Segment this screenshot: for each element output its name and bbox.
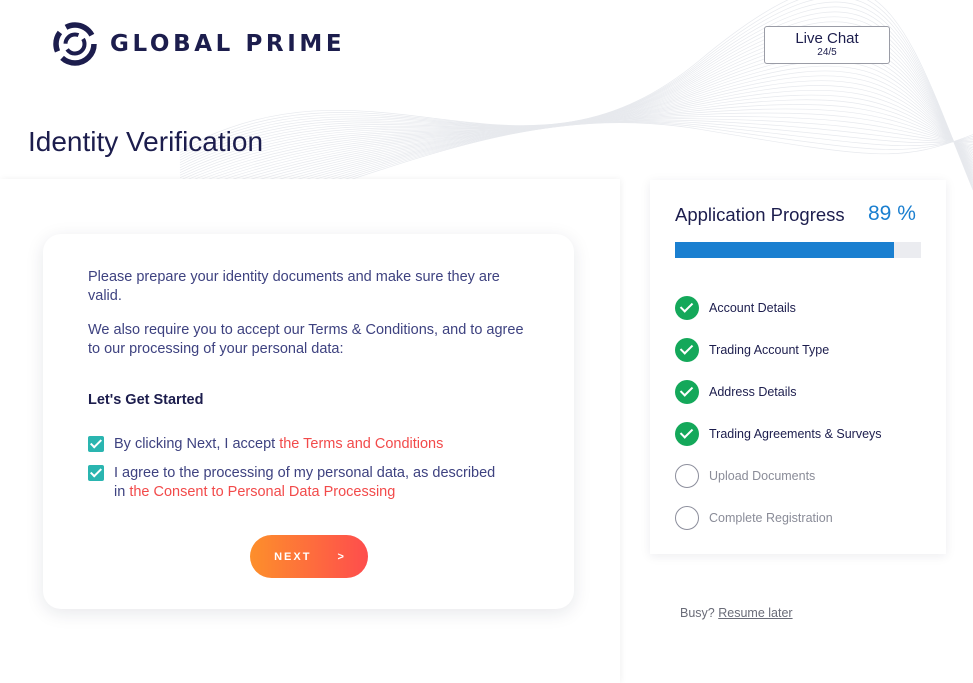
progress-step-label: Upload Documents (709, 469, 816, 483)
data-processing-checkbox[interactable] (88, 465, 104, 481)
empty-circle-icon (675, 464, 699, 488)
brand-logo[interactable]: GLOBAL PRIME (52, 21, 345, 67)
brand-name: GLOBAL PRIME (110, 31, 346, 57)
busy-text: Busy? (680, 606, 715, 620)
terms-consent-text: By clicking Next, I accept (114, 436, 280, 452)
progress-step: Complete Registration (675, 497, 882, 539)
next-button-label: NEXT (274, 550, 312, 563)
progress-bar (675, 242, 921, 258)
progress-step-label: Complete Registration (709, 511, 833, 525)
progress-title: Application Progress (675, 204, 845, 225)
live-chat-button[interactable]: Live Chat 24/5 (764, 26, 890, 64)
terms-consent-row: By clicking Next, I accept the Terms and… (88, 435, 504, 454)
busy-resume-note: Busy? Resume later (680, 606, 793, 620)
progress-step: Address Details (675, 371, 882, 413)
check-circle-icon (675, 380, 699, 404)
resume-later-link[interactable]: Resume later (718, 606, 792, 620)
identity-form-card: Please prepare your identity documents a… (43, 234, 574, 609)
progress-percent: 89 % (868, 202, 916, 225)
application-progress-card: Application Progress 89 % Account Detail… (650, 180, 946, 554)
terms-and-conditions-link[interactable]: the Terms and Conditions (279, 436, 443, 452)
progress-step-label: Trading Agreements & Surveys (709, 427, 882, 441)
global-prime-ring-logo-icon (53, 22, 97, 66)
data-consent-label: I agree to the processing of my personal… (114, 464, 504, 502)
live-chat-title: Live Chat (795, 30, 859, 47)
intro-text-terms: We also require you to accept our Terms … (88, 322, 524, 357)
progress-step-label: Trading Account Type (709, 343, 830, 357)
data-consent-row: I agree to the processing of my personal… (88, 464, 504, 502)
intro-text-documents: Please prepare your identity documents a… (88, 269, 500, 304)
check-circle-icon (675, 422, 699, 446)
progress-steps-list: Account Details Trading Account Type Add… (675, 287, 882, 539)
chevron-right-icon: > (337, 550, 344, 563)
progress-step: Trading Agreements & Surveys (675, 413, 882, 455)
live-chat-hours: 24/5 (817, 47, 837, 58)
progress-bar-fill (675, 242, 894, 258)
next-button[interactable]: NEXT > (250, 535, 368, 578)
check-circle-icon (675, 338, 699, 362)
progress-step: Account Details (675, 287, 882, 329)
progress-step-label: Address Details (709, 385, 797, 399)
progress-step-label: Account Details (709, 301, 796, 315)
personal-data-consent-link[interactable]: the Consent to Personal Data Processing (129, 484, 395, 500)
page-title: Identity Verification (28, 126, 264, 157)
progress-step: Upload Documents (675, 455, 882, 497)
progress-step: Trading Account Type (675, 329, 882, 371)
empty-circle-icon (675, 506, 699, 530)
section-heading: Let's Get Started (88, 392, 204, 408)
terms-consent-label: By clicking Next, I accept the Terms and… (114, 435, 504, 454)
terms-checkbox[interactable] (88, 436, 104, 452)
check-circle-icon (675, 296, 699, 320)
